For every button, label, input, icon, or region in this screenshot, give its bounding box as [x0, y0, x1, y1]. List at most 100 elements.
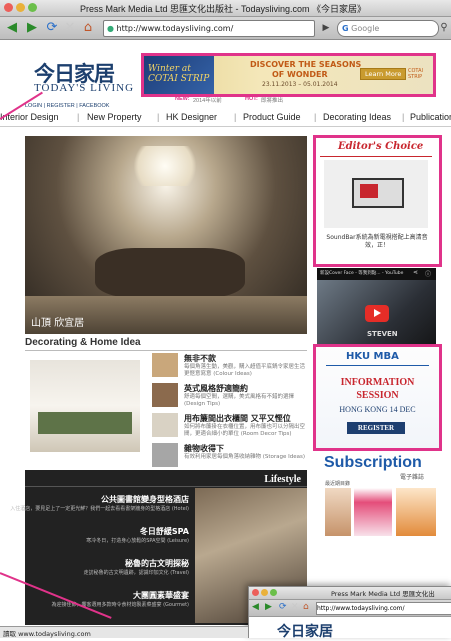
magazine-cover[interactable] — [325, 488, 351, 536]
go-icon[interactable]: ▶ — [318, 20, 334, 36]
deco-article-thumb[interactable] — [152, 383, 178, 407]
banner-ad[interactable]: Winter at COTAI STRIP DISCOVER THE SEASO… — [141, 53, 436, 97]
search-input[interactable]: G Google — [337, 20, 439, 37]
nav-divider: | — [157, 112, 160, 122]
deco-main-image[interactable] — [30, 360, 140, 452]
home-icon[interactable]: ⌂ — [80, 20, 96, 36]
mba-register-button[interactable]: REGISTER — [347, 422, 405, 434]
second-url-bar[interactable]: http://www.todaysliving.com/ — [316, 602, 451, 615]
second-window-toolbar: ◀ ▶ ⟳ ✕ ⌂ http://www.todaysliving.com/ — [249, 600, 451, 617]
play-triangle-icon — [374, 309, 381, 317]
forward-arrow-icon[interactable]: ▶ — [24, 20, 40, 36]
lifestyle-item-title[interactable]: 冬日舒緩SPA — [140, 526, 189, 537]
deco-article-thumb[interactable] — [152, 353, 178, 377]
url-text: http://www.todaysliving.com/ — [116, 24, 234, 33]
second-minimize-button[interactable] — [261, 589, 268, 596]
deco-article-thumb[interactable] — [152, 413, 178, 437]
editors-choice-title: Editor's Choice — [338, 141, 424, 152]
nav-divider: | — [314, 112, 317, 122]
second-window-titlebar: Press Mark Media Ltd 思匯文化出 — [249, 587, 451, 600]
magazine-cover[interactable] — [354, 488, 392, 536]
lifestyle-item-title[interactable]: 大團圓素華盛宴 — [133, 590, 189, 601]
new-label: NEW: — [175, 96, 190, 102]
subscription-subtitle: 電子雜誌 — [400, 474, 425, 481]
window-titlebar: Press Mark Media Ltd 思匯文化出版社 - Todaysliv… — [0, 0, 451, 17]
stop-icon[interactable]: ✕ — [62, 20, 78, 36]
deco-article-title[interactable]: 無非不款 — [184, 353, 216, 364]
banner-headline-2: OF WONDER — [272, 70, 328, 79]
nav-divider: | — [77, 112, 80, 122]
nav-item-decorating-ideas[interactable]: Decorating Ideas — [323, 112, 391, 122]
editors-choice-rule — [320, 156, 432, 157]
video-watermark: STEVEN — [367, 330, 398, 338]
deco-article-thumb[interactable] — [152, 443, 178, 467]
chandelier-graphic — [125, 146, 205, 186]
hot-label: HOT: — [245, 96, 258, 102]
deco-rule — [25, 350, 307, 351]
banner-logo: COTAI STRIP — [408, 68, 423, 80]
back-arrow-icon[interactable]: ◀ — [4, 20, 20, 36]
second-forward-icon[interactable]: ▶ — [265, 602, 272, 612]
editors-choice-caption: SoundBar系統為新電視搭配上高清音效，正！ — [326, 234, 428, 249]
mba-brand: HKU MBA — [346, 351, 399, 362]
deco-article-title[interactable]: 用布簾間出衣櫃間 又平又慳位 — [184, 413, 291, 424]
url-bar[interactable]: ● http://www.todaysliving.com/ — [103, 20, 315, 37]
magazine-cover[interactable] — [396, 488, 436, 536]
second-browser-window[interactable]: Press Mark Media Ltd 思匯文化出 ◀ ▶ ⟳ ✕ ⌂ htt… — [248, 586, 451, 640]
lifestyle-item-desc: 走訪秘魯的古文明遺跡，認識印加文化 (Travel) — [83, 570, 189, 576]
second-reload-icon[interactable]: ⟳ — [279, 602, 287, 612]
mba-line-1: INFORMATION — [340, 377, 415, 388]
second-back-icon[interactable]: ◀ — [252, 602, 259, 612]
nav-item-new-property[interactable]: New Property — [87, 112, 142, 122]
editors-choice-image[interactable] — [324, 160, 428, 228]
banner-learn-more-button[interactable]: Learn More — [360, 68, 407, 80]
hero-caption: 山頂 欣宜居 — [31, 318, 85, 329]
banner-brand-panel: Winter at COTAI STRIP — [144, 56, 214, 94]
minimize-window-button[interactable] — [16, 3, 25, 12]
deco-article-title[interactable]: 雜物收得下 — [184, 443, 224, 454]
video-title: 新設Cover Face - 等我到點... - YouTube — [320, 271, 404, 276]
hero-image[interactable]: 山頂 欣宜居 — [25, 136, 307, 334]
account-links[interactable]: LOGIN | REGISTER | FACEBOOK — [25, 103, 109, 109]
info-icon[interactable]: ⓘ — [425, 269, 431, 278]
nav-item-publications[interactable]: Publications — [410, 112, 451, 122]
mba-ad[interactable]: HKU MBA INFORMATION SESSION HONG KONG 14… — [313, 344, 442, 451]
reload-icon[interactable]: ⟳ — [44, 20, 60, 36]
nav-item-product-guide[interactable]: Product Guide — [243, 112, 301, 122]
hot-text[interactable]: 即將推出 — [261, 96, 283, 104]
second-home-icon[interactable]: ⌂ — [303, 602, 309, 612]
new-text[interactable]: 2014年以前 — [193, 96, 222, 104]
main-nav: Interior Design | New Property | HK Desi… — [0, 112, 451, 126]
zoom-window-button[interactable] — [28, 3, 37, 12]
site-logo-en: TODAY'S LIVING — [34, 82, 135, 94]
close-window-button[interactable] — [4, 3, 13, 12]
web-page: 今日家居 TODAY'S LIVING Winter at COTAI STRI… — [0, 40, 451, 626]
window-title: Press Mark Media Ltd 思匯文化出版社 - Todaysliv… — [80, 4, 367, 14]
deco-article-desc: 舒適每個空間，選購，美式風格有不錯的選擇 (Design Tips) — [184, 394, 295, 407]
lifestyle-rule — [25, 486, 307, 487]
second-window-title: Press Mark Media Ltd 思匯文化出 — [331, 590, 435, 598]
lifestyle-item-title[interactable]: 公共圖書館變身型格酒店 — [101, 494, 189, 505]
deco-heading: Decorating & Home Idea — [25, 337, 141, 348]
mba-rule — [326, 365, 429, 366]
banner-dates: 23.11.2013 – 05.01.2014 — [262, 81, 338, 88]
editors-choice-box[interactable]: Editor's Choice SoundBar系統為新電視搭配上高清音效，正！ — [313, 135, 442, 267]
youtube-play-icon[interactable] — [365, 305, 389, 322]
tv-picture-graphic — [360, 184, 378, 198]
lifestyle-item-desc: 入住酒店，要見足上了一定更光鮮？我們一起去看看書架牆身的型格酒店 (Hotel) — [10, 506, 189, 512]
google-icon: G — [342, 24, 349, 33]
search-magnifier-icon[interactable]: ⚲ — [436, 20, 451, 36]
subscription-title[interactable]: Subscription — [324, 454, 422, 472]
search-placeholder: Google — [351, 24, 380, 33]
sofa-graphic — [38, 412, 132, 434]
share-icon[interactable]: ⋖ — [413, 269, 418, 276]
lifestyle-item-title[interactable]: 秘魯的古文明探秘 — [125, 558, 189, 569]
nav-item-hk-designer[interactable]: HK Designer — [166, 112, 217, 122]
second-url-text: http://www.todaysliving.com/ — [317, 605, 405, 612]
browser-toolbar: ◀ ▶ ⟳ ✕ ⌂ ● http://www.todaysliving.com/… — [0, 17, 451, 40]
banner-brand: Winter at COTAI STRIP — [148, 64, 210, 84]
second-close-button[interactable] — [252, 589, 259, 596]
deco-article-title[interactable]: 英式風格舒適簡約 — [184, 383, 248, 394]
second-stop-icon[interactable]: ✕ — [291, 602, 299, 612]
second-zoom-button[interactable] — [270, 589, 277, 596]
